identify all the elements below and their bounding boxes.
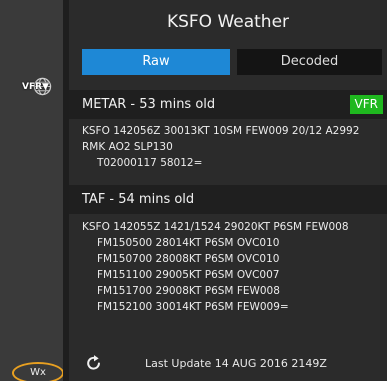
taf-line: KSFO 142055Z 1421/1524 29020KT P6SM FEW0… bbox=[82, 221, 349, 233]
tab-decoded[interactable]: Decoded bbox=[237, 49, 382, 75]
taf-body: KSFO 142055Z 1421/1524 29020KT P6SM FEW0… bbox=[69, 214, 387, 344]
wx-button-label: Wx bbox=[30, 367, 46, 378]
metar-line: T02000117 58012= bbox=[97, 157, 203, 169]
vfr-layer-button[interactable]: VFR▼ bbox=[22, 76, 54, 100]
metar-title: METAR - 53 mins old bbox=[82, 97, 216, 112]
metar-line: RMK AO2 SLP130 bbox=[82, 141, 173, 153]
last-update-text: Last Update 14 AUG 2016 2149Z bbox=[145, 357, 327, 370]
weather-panel: KSFO Weather Raw Decoded METAR - 53 mins… bbox=[69, 0, 387, 381]
taf-line: FM151100 29005KT P6SM OVC007 bbox=[97, 269, 280, 281]
flight-category-badge: VFR bbox=[349, 95, 383, 114]
metar-body: KSFO 142056Z 30013KT 10SM FEW009 20/12 A… bbox=[69, 119, 387, 192]
taf-header: TAF - 54 mins old bbox=[69, 185, 387, 214]
footer: Last Update 14 AUG 2016 2149Z bbox=[69, 345, 387, 381]
page-title: KSFO Weather bbox=[166, 12, 290, 32]
metar-header: METAR - 53 mins old VFR bbox=[69, 90, 387, 119]
taf-title: TAF - 54 mins old bbox=[82, 192, 195, 207]
taf-line: FM152100 30014KT P6SM FEW009= bbox=[97, 301, 289, 313]
tab-raw[interactable]: Raw bbox=[82, 49, 230, 75]
taf-line: FM150700 28008KT P6SM OVC010 bbox=[97, 253, 280, 265]
wx-button[interactable]: Wx bbox=[12, 362, 64, 381]
taf-line: FM151700 29008KT P6SM FEW008 bbox=[97, 285, 280, 297]
sidebar: VFR▼ Wx bbox=[0, 0, 65, 381]
vfr-button-label: VFR▼ bbox=[22, 82, 49, 92]
taf-line: FM150500 28014KT P6SM OVC010 bbox=[97, 237, 280, 249]
refresh-icon[interactable] bbox=[85, 354, 103, 372]
metar-line: KSFO 142056Z 30013KT 10SM FEW009 20/12 A… bbox=[82, 125, 360, 137]
